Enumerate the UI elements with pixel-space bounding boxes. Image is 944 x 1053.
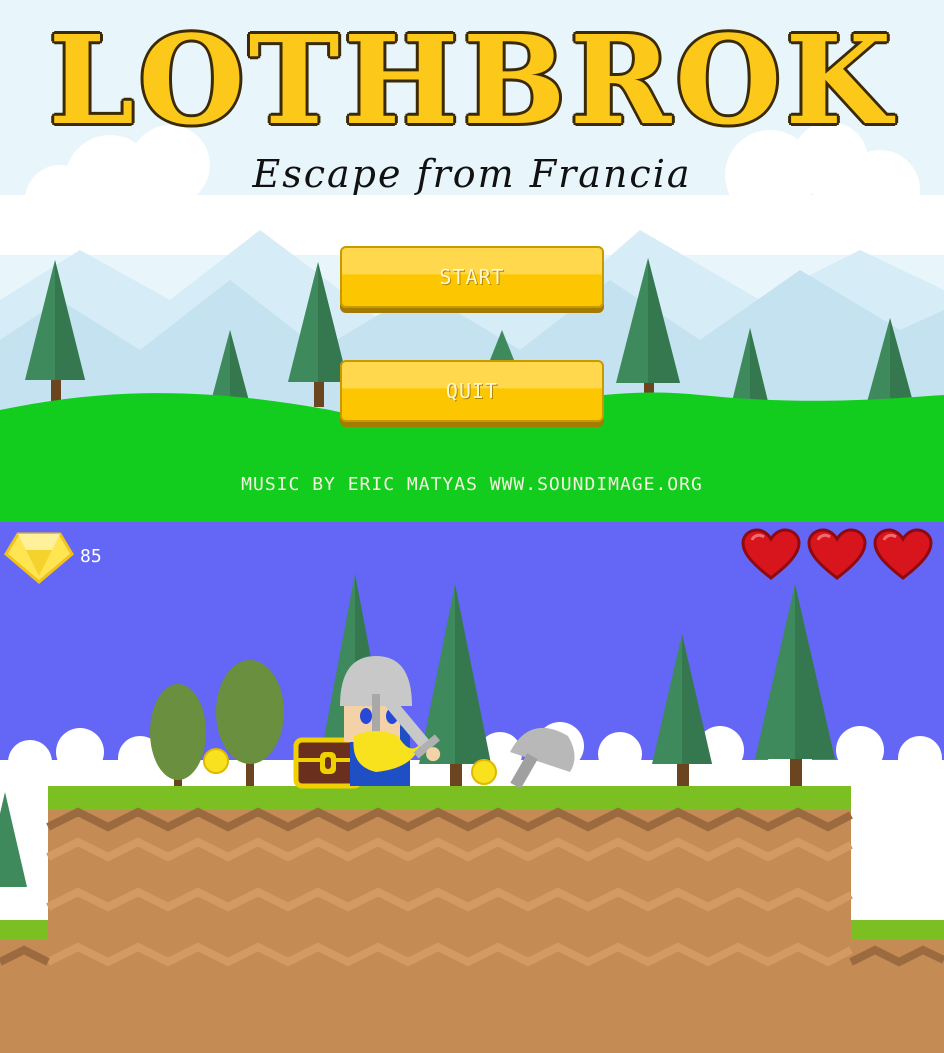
game-background xyxy=(0,574,944,1053)
heart-icon xyxy=(807,528,867,580)
gem-icon xyxy=(4,532,74,584)
gem-count: 85 xyxy=(80,546,102,567)
lives-indicator xyxy=(740,528,934,582)
quit-button[interactable]: QUIT xyxy=(340,360,604,422)
main-menu-screen: LOTHBROK Escape from Francia START QUIT … xyxy=(0,0,944,522)
heart-icon xyxy=(873,528,933,580)
start-button[interactable]: START xyxy=(340,246,604,308)
game-subtitle: Escape from Francia xyxy=(252,152,692,196)
game-title: LOTHBROK xyxy=(48,8,896,152)
gameplay-screen: 85 xyxy=(0,522,944,1053)
music-credits: MUSIC BY ERIC MATYAS WWW.SOUNDIMAGE.ORG xyxy=(241,474,703,495)
heart-icon xyxy=(741,528,801,580)
gem-counter xyxy=(4,530,74,588)
ground-platforms xyxy=(0,786,944,1053)
